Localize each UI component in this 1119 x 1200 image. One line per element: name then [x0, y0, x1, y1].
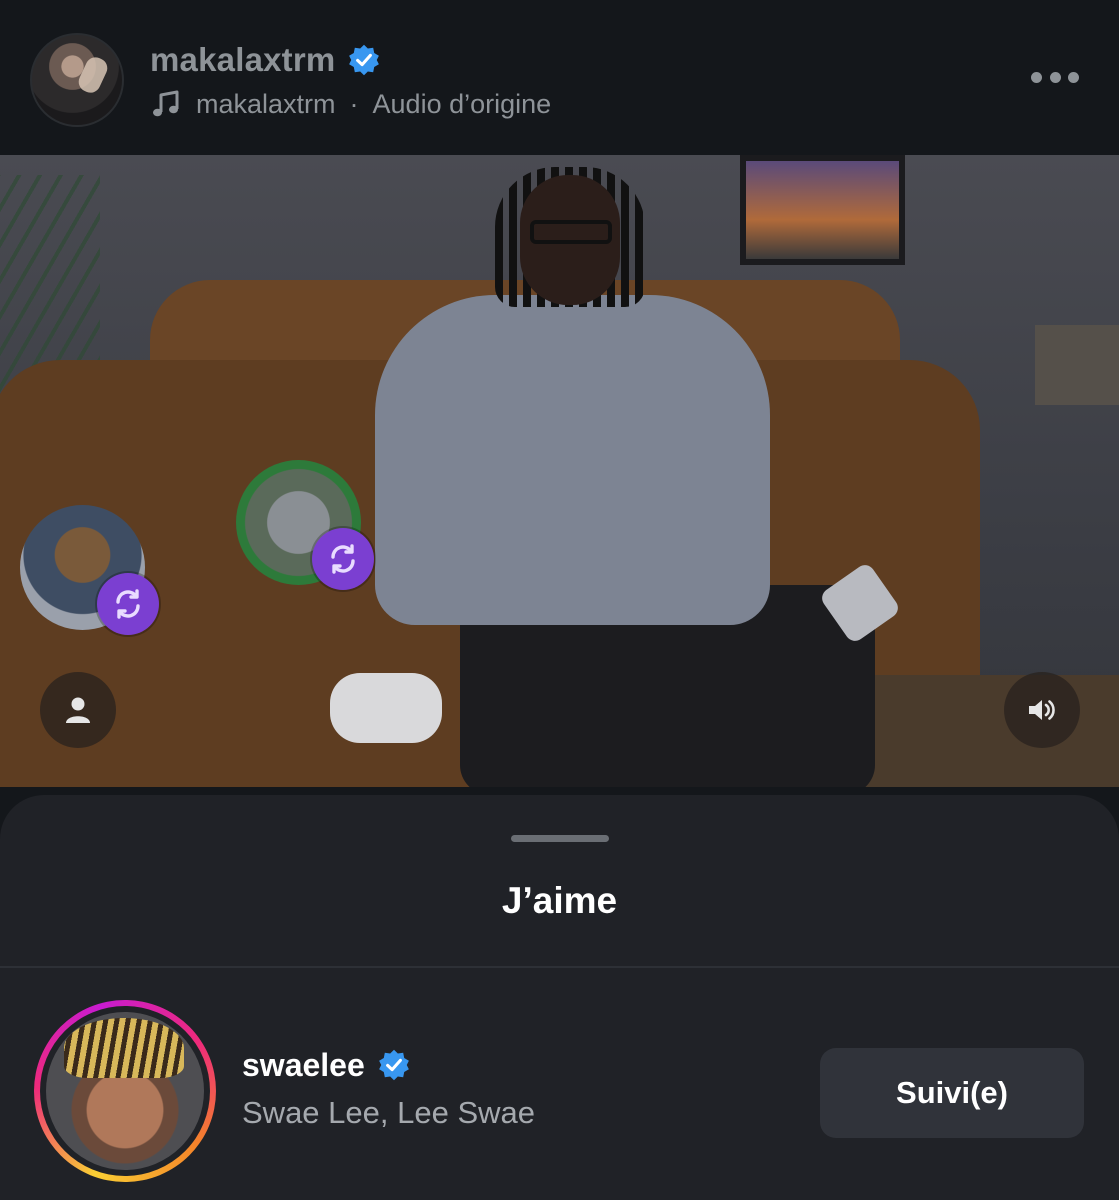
audio-attribution[interactable]: makalaxtrm · Audio d’origine — [150, 86, 551, 122]
author-avatar[interactable] — [30, 33, 124, 127]
more-options-button[interactable] — [1031, 62, 1079, 92]
following-button[interactable]: Suivi(e) — [820, 1048, 1084, 1138]
post-header: makalaxtrm makalaxtrm · Audio d’origine — [0, 0, 1119, 155]
liker-list-item[interactable]: swaelee Swae Lee, Lee Swae Suivi(e) — [0, 1000, 1119, 1190]
person-icon — [66, 697, 90, 723]
speaker-icon — [1029, 700, 1055, 720]
user-tags-button[interactable] — [40, 672, 116, 748]
likes-sheet-title: J’aime — [501, 880, 618, 921]
audio-separator: · — [349, 88, 359, 119]
repost-badge — [312, 528, 374, 590]
liker-username[interactable]: swaelee — [242, 1047, 365, 1084]
repost-icon — [331, 544, 355, 574]
verified-badge-icon — [349, 44, 380, 76]
liker-username-row: swaelee — [242, 1045, 411, 1085]
author-username-row: makalaxtrm — [150, 40, 381, 80]
video-scene-person-shirt — [375, 295, 770, 625]
audio-owner: makalaxtrm — [196, 88, 336, 119]
verified-badge-icon — [378, 1049, 409, 1081]
audio-label: Audio d’origine — [372, 88, 552, 119]
video-scene-glasses — [530, 220, 612, 244]
sheet-drag-handle[interactable] — [511, 835, 609, 842]
author-username[interactable]: makalaxtrm — [150, 41, 335, 79]
more-horizontal-icon-dot — [1031, 71, 1042, 83]
more-horizontal-icon-dot — [1049, 71, 1061, 83]
sound-toggle-button[interactable] — [1004, 672, 1080, 748]
video-scene-poster — [740, 155, 905, 265]
liker-full-name: Swae Lee, Lee Swae — [242, 1095, 535, 1130]
likes-sheet: J’aime swaelee Swae Lee, Lee Swae Suivi(… — [0, 795, 1119, 1200]
video-scene-controller — [330, 673, 442, 743]
music-note-icon — [153, 90, 179, 117]
liker-avatar[interactable] — [46, 1012, 204, 1170]
story-ring[interactable] — [34, 1000, 216, 1182]
more-horizontal-icon-dot — [1068, 71, 1079, 83]
sheet-divider — [0, 966, 1119, 968]
story-ring-gap — [40, 1006, 210, 1176]
repost-badge — [97, 573, 159, 635]
reel-video[interactable] — [0, 155, 1119, 787]
video-scene-floor — [860, 675, 1119, 787]
video-scene-shelf — [1035, 325, 1119, 405]
repost-icon — [116, 589, 140, 619]
